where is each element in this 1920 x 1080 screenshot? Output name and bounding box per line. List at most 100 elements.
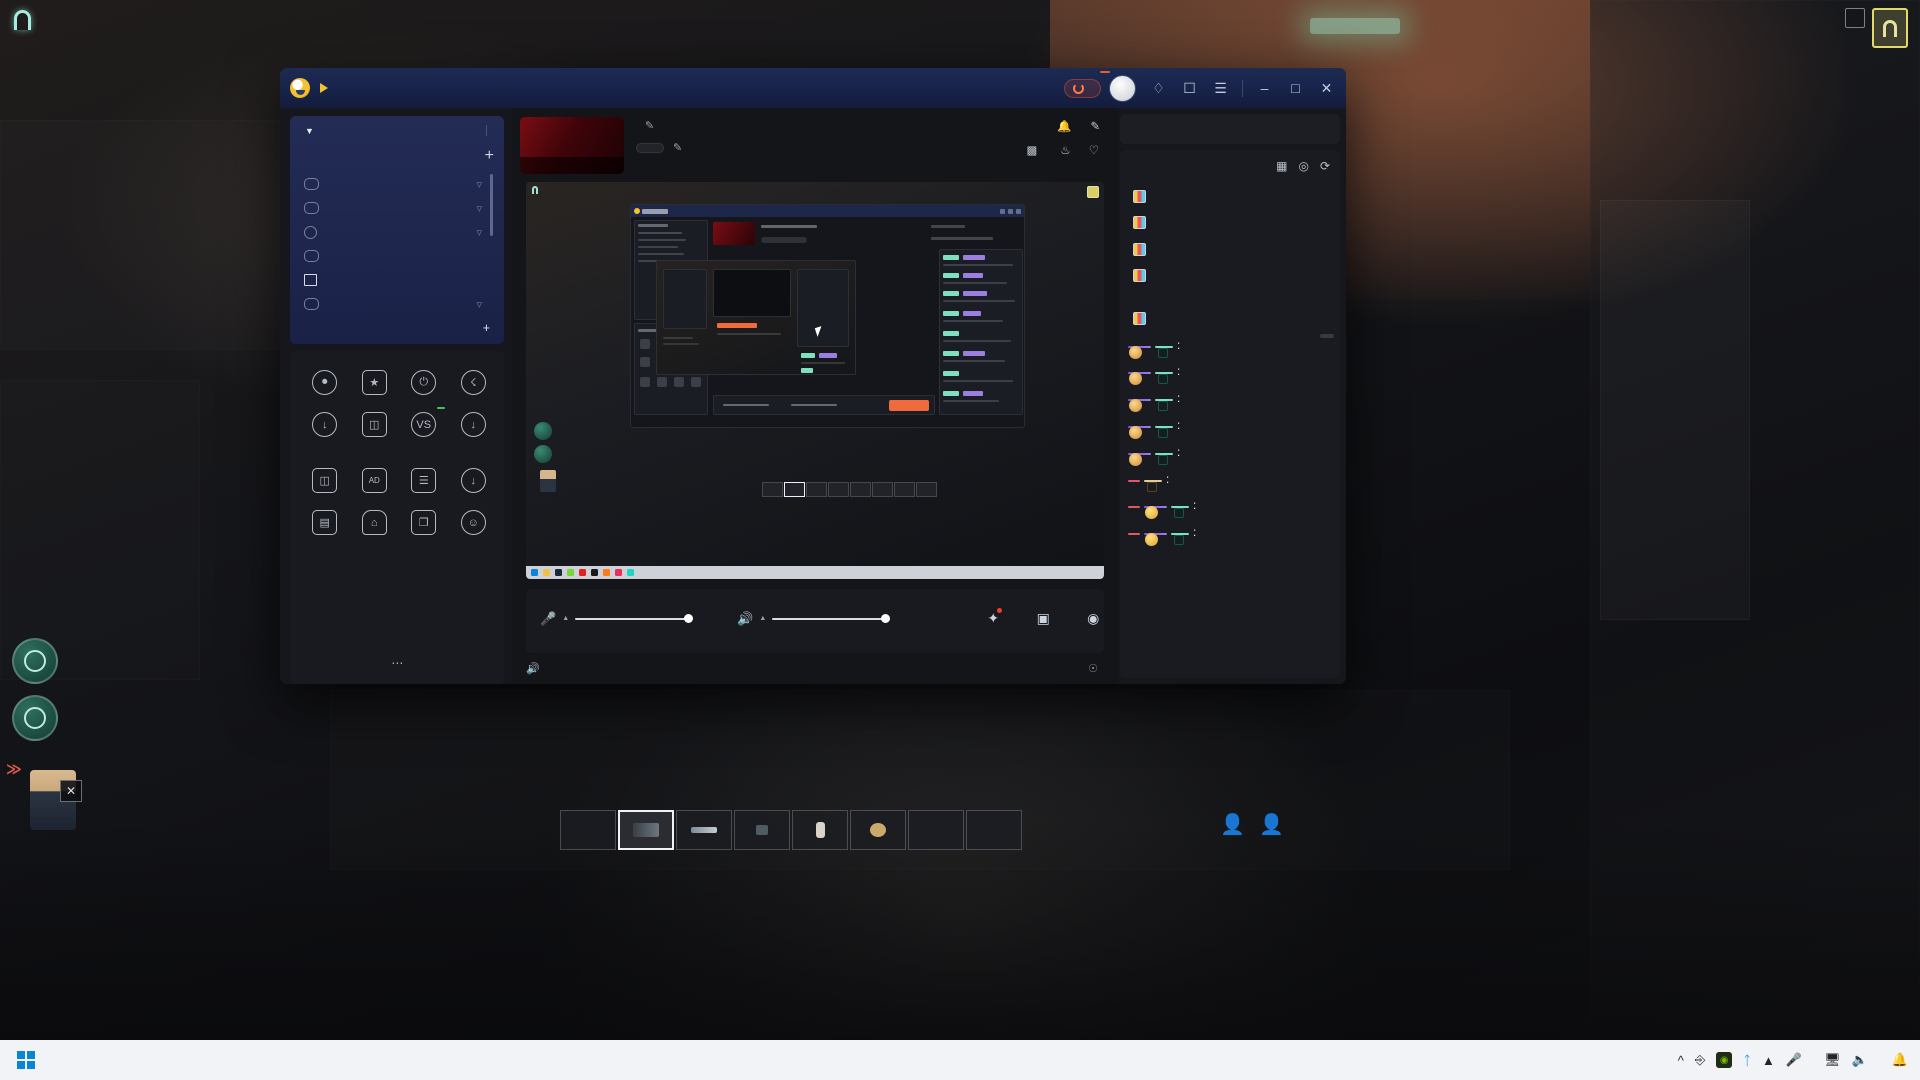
menu-icon[interactable]: ☰: [1207, 75, 1234, 102]
scene-item-fullscreen[interactable]: [300, 268, 494, 292]
usb-icon[interactable]: ⎆: [1695, 1052, 1705, 1068]
hotbar-slot[interactable]: [618, 810, 674, 850]
preview-objective: [532, 186, 542, 194]
tool-danmaku-play[interactable]: ☇: [449, 370, 499, 400]
stream-preview[interactable]: [526, 182, 1104, 579]
app-titlebar[interactable]: ♢ ☐ ☰ – □ ✕: [280, 68, 1346, 108]
more-features-button[interactable]: ⋯: [300, 647, 498, 678]
microphone-slider[interactable]: [575, 614, 694, 623]
scene-item[interactable]: [300, 244, 494, 268]
danmaku-tabs[interactable]: [1120, 179, 1340, 188]
live-companion-window[interactable]: ♢ ☐ ☰ – □ ✕ ▼ + ▿ ▿ ▿ ▿ + ⏺ ★ ⏻ ☇ ↓ ◫ VS…: [280, 68, 1346, 684]
hotbar-slot[interactable]: [908, 810, 964, 850]
edit-icon[interactable]: ✎: [645, 119, 654, 132]
tool-read-danmaku[interactable]: ☰: [399, 468, 449, 498]
scene-item[interactable]: ▿: [300, 172, 494, 196]
danmaku-header-icons[interactable]: ▦ ◎ ⟳: [1276, 159, 1330, 173]
hotbar-slot[interactable]: [966, 810, 1022, 850]
slider-knob[interactable]: [684, 614, 694, 623]
streamer-data-button[interactable]: [1064, 70, 1110, 98]
tool-gift-vote[interactable]: VS: [399, 407, 449, 442]
hotbar[interactable]: [560, 810, 1022, 850]
hotbar-slot[interactable]: [792, 810, 848, 850]
windows-taskbar[interactable]: ^ ⎆ ◉ ᛏ ▲ 🎤 🖥 🔈 🔔: [0, 1040, 1920, 1080]
list-icon[interactable]: ▦: [1276, 159, 1287, 173]
visibility-icon[interactable]: ▿: [476, 298, 482, 311]
start-reminder-button[interactable]: 🔔: [1057, 119, 1075, 133]
settings-button[interactable]: ◉: [1082, 608, 1104, 635]
windows-start-icon[interactable]: [4, 1040, 48, 1080]
bell-icon[interactable]: 🔔: [1892, 1052, 1908, 1068]
tool-gift-wish[interactable]: ↓: [300, 412, 350, 442]
speaker-control[interactable]: 🔊 ▲: [737, 611, 896, 632]
tool-scene-switcher[interactable]: ❐: [399, 510, 449, 540]
speaker-slider[interactable]: [772, 614, 891, 623]
visibility-icon[interactable]: ▿: [476, 226, 482, 239]
category-chip[interactable]: [636, 142, 664, 153]
chevron-up-icon[interactable]: ▲: [759, 615, 766, 622]
hotbar-slot[interactable]: [676, 810, 732, 850]
tool-multi-mic[interactable]: ⏻: [399, 370, 449, 400]
slider-knob[interactable]: [881, 614, 891, 623]
task-center-bar[interactable]: [1120, 114, 1340, 144]
refresh-icon[interactable]: ⟳: [1320, 159, 1330, 173]
onedrive-icon[interactable]: ▲: [1762, 1053, 1775, 1068]
edit-icon[interactable]: ✎: [673, 141, 682, 154]
system-tray[interactable]: ^ ⎆ ◉ ᛏ ▲ 🎤 🖥 🔈 🔔: [1678, 1052, 1916, 1068]
tool-decorate[interactable]: ☺: [449, 510, 499, 540]
hotbar-slot[interactable]: [560, 810, 616, 850]
tool-star-task[interactable]: AD: [350, 468, 400, 498]
stream-cover[interactable]: [520, 117, 624, 174]
headphone-icon[interactable]: ♢: [1145, 75, 1172, 102]
microphone-control[interactable]: 🎤 ▲: [540, 611, 699, 632]
bg-floor-shade: [0, 820, 1920, 1040]
orientation-toggle[interactable]: [479, 125, 494, 136]
visibility-icon[interactable]: ▿: [476, 202, 482, 215]
mode-row[interactable]: ▼: [300, 125, 494, 136]
visibility-icon[interactable]: ▿: [476, 178, 482, 191]
target-icon[interactable]: ◎: [1298, 159, 1308, 173]
speaker-slider-row[interactable]: 🔊 ▲: [737, 611, 896, 627]
chevron-up-icon[interactable]: ^: [1678, 1053, 1684, 1068]
record-button[interactable]: ▣: [1032, 608, 1054, 635]
tool-streamer-pocket[interactable]: ◫: [350, 412, 400, 442]
share-button[interactable]: ✎: [1090, 119, 1104, 133]
bluetooth-icon[interactable]: ᛏ: [1743, 1053, 1751, 1068]
tool-danmaku-show[interactable]: ▤: [300, 510, 350, 540]
hotbar-slot[interactable]: [734, 810, 790, 850]
beauty-button[interactable]: ✦: [982, 607, 1004, 635]
preview-nested-preview: [656, 260, 856, 375]
tool-lucky-challenge[interactable]: ★: [350, 370, 400, 400]
danmaku-message-list[interactable]: : : : : : : : :: [1120, 333, 1340, 679]
chevron-up-icon[interactable]: ▲: [562, 615, 569, 622]
edit-cover-button[interactable]: [520, 157, 624, 174]
scene-scrollbar[interactable]: [490, 174, 493, 236]
scene-item[interactable]: ▿: [300, 220, 494, 244]
speaker-icon[interactable]: 🔊: [737, 611, 753, 627]
add-material-button[interactable]: +: [300, 321, 494, 335]
scene-item[interactable]: ▿: [300, 292, 494, 316]
network-icon[interactable]: 🖥: [1824, 1052, 1841, 1068]
tool-licensed-music[interactable]: ↓: [449, 468, 499, 498]
minimize-icon[interactable]: –: [1251, 75, 1278, 102]
tool-video-mic[interactable]: ⏺: [300, 370, 350, 400]
mic-icon[interactable]: 🎤: [540, 611, 556, 627]
status-help[interactable]: 🔊: [526, 662, 545, 675]
close-icon[interactable]: ✕: [1313, 75, 1340, 102]
tool-interactive-vote[interactable]: ↓: [449, 412, 499, 442]
preview-hud-item: [1087, 186, 1099, 198]
stream-actions[interactable]: 🔔 ✎: [1057, 119, 1104, 133]
scene-item[interactable]: ▿: [300, 196, 494, 220]
microphone-slider-row[interactable]: 🎤 ▲: [540, 611, 699, 627]
avatar[interactable]: [1109, 74, 1136, 102]
help-icon[interactable]: ☐: [1176, 75, 1203, 102]
tool-moderator[interactable]: ⌂: [350, 510, 400, 540]
add-scene-icon[interactable]: +: [485, 147, 494, 165]
titlebar-actions[interactable]: ♢ ☐ ☰ – □ ✕: [1064, 70, 1340, 102]
maximize-icon[interactable]: □: [1282, 75, 1309, 102]
hotbar-slot[interactable]: [850, 810, 906, 850]
tool-task-center[interactable]: ◫: [300, 468, 350, 498]
mic-icon[interactable]: 🎤: [1786, 1052, 1802, 1068]
nvidia-icon[interactable]: ◉: [1716, 1052, 1733, 1068]
volume-icon[interactable]: 🔈: [1852, 1052, 1868, 1068]
